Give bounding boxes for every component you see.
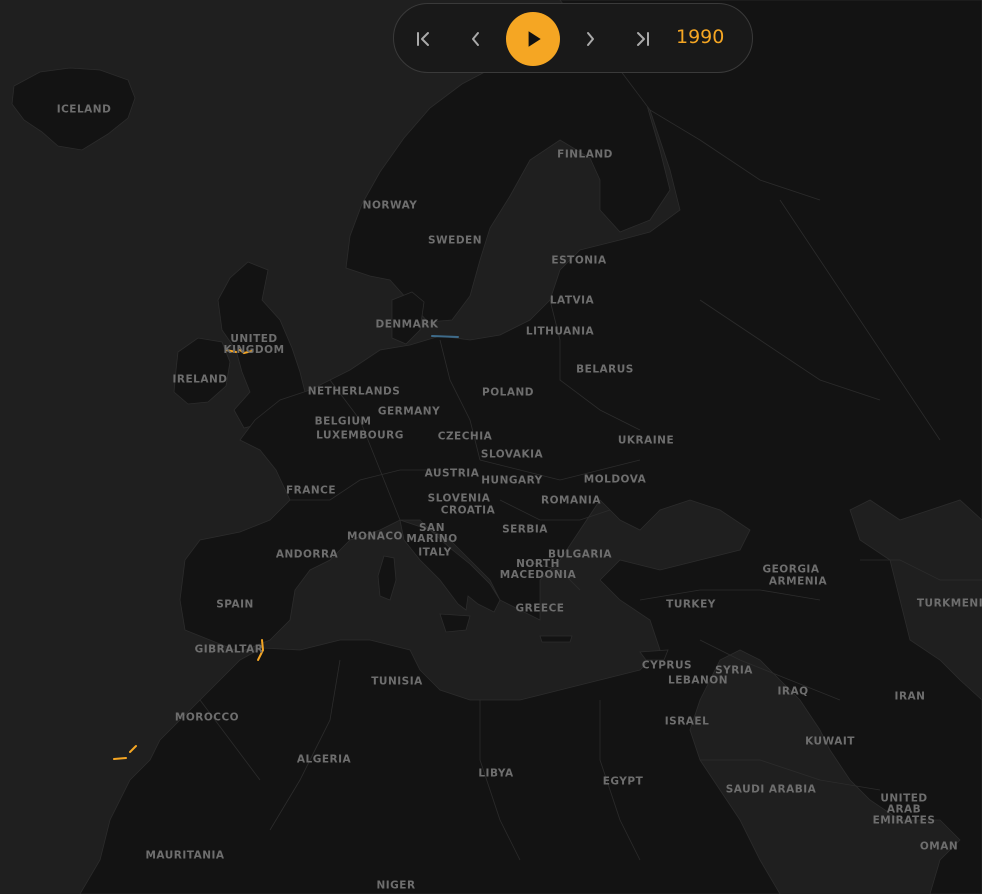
label-turkey: TURKEY — [666, 598, 716, 611]
label-slovakia: SLOVAKIA — [480, 448, 544, 461]
label-uae: UNITED ARAB EMIRATES — [872, 792, 936, 827]
label-norway: NORWAY — [362, 199, 418, 212]
map-canvas[interactable] — [0, 0, 982, 894]
label-mauritania: MAURITANIA — [145, 849, 225, 862]
label-georgia: GEORGIA — [762, 563, 820, 576]
label-niger: NIGER — [376, 879, 416, 892]
label-czechia: CZECHIA — [437, 430, 493, 443]
label-lithuania: LITHUANIA — [525, 325, 595, 338]
label-serbia: SERBIA — [502, 523, 548, 536]
timeline-player: 1990 — [393, 3, 753, 73]
label-tunisia: TUNISIA — [371, 675, 423, 688]
label-estonia: ESTONIA — [551, 254, 607, 267]
label-slovenia: SLOVENIA — [427, 492, 491, 505]
label-denmark: DENMARK — [375, 318, 439, 331]
crete-land — [539, 635, 573, 643]
label-egypt: EGYPT — [602, 775, 644, 788]
previous-button[interactable] — [458, 21, 494, 57]
label-moldova: MOLDOVA — [583, 473, 647, 486]
label-monaco: MONACO — [347, 530, 403, 543]
label-iraq: IRAQ — [777, 685, 809, 698]
label-oman: OMAN — [919, 840, 959, 853]
label-hungary: HUNGARY — [481, 474, 543, 487]
label-gibraltar: GIBRALTAR — [194, 643, 264, 656]
chevron-left-icon — [472, 32, 479, 46]
label-france: FRANCE — [285, 484, 337, 497]
label-cyprus: CYPRUS — [641, 659, 693, 672]
label-san-marino: SAN MARINO — [406, 522, 458, 545]
label-italy: ITALY — [418, 546, 452, 559]
label-luxembourg: LUXEMBOURG — [316, 429, 404, 442]
label-lebanon: LEBANON — [668, 674, 728, 687]
label-germany: GERMANY — [377, 405, 441, 418]
label-latvia: LATVIA — [549, 294, 595, 307]
label-andorra: ANDORRA — [275, 548, 339, 561]
label-turkmenistan: TURKMENI — [916, 597, 982, 610]
route-segment-baltic — [431, 335, 459, 338]
label-united-kingdom: UNITED KINGDOM — [223, 333, 285, 356]
label-croatia: CROATIA — [440, 504, 496, 517]
skip-to-first-button[interactable] — [406, 21, 442, 57]
label-iceland: ICELAND — [56, 103, 112, 116]
label-north-macedonia: NORTH MACEDONIA — [499, 558, 577, 581]
skip-last-icon — [637, 32, 649, 46]
label-armenia: ARMENIA — [768, 575, 828, 588]
skip-first-icon — [417, 32, 429, 46]
label-morocco: MOROCCO — [174, 711, 240, 724]
label-finland: FINLAND — [557, 148, 613, 161]
label-romania: ROMANIA — [541, 494, 601, 507]
label-belgium: BELGIUM — [314, 415, 372, 428]
label-algeria: ALGERIA — [296, 753, 352, 766]
label-libya: LIBYA — [478, 767, 514, 780]
next-button[interactable] — [572, 21, 608, 57]
label-greece: GREECE — [515, 602, 565, 615]
skip-to-last-button[interactable] — [624, 21, 660, 57]
label-ukraine: UKRAINE — [617, 434, 675, 447]
label-poland: POLAND — [482, 386, 534, 399]
label-kuwait: KUWAIT — [805, 735, 855, 748]
label-sweden: SWEDEN — [428, 234, 482, 247]
label-israel: ISRAEL — [664, 715, 710, 728]
label-saudi-arabia: SAUDI ARABIA — [725, 783, 817, 796]
label-belarus: BELARUS — [576, 363, 634, 376]
label-netherlands: NETHERLANDS — [307, 385, 401, 398]
chevron-right-icon — [587, 32, 594, 46]
play-icon — [528, 31, 541, 47]
label-austria: AUSTRIA — [424, 467, 480, 480]
year-display: 1990 — [676, 26, 725, 48]
play-button[interactable] — [506, 12, 560, 66]
label-iran: IRAN — [894, 690, 926, 703]
label-spain: SPAIN — [216, 598, 254, 611]
label-ireland: IRELAND — [172, 373, 228, 386]
